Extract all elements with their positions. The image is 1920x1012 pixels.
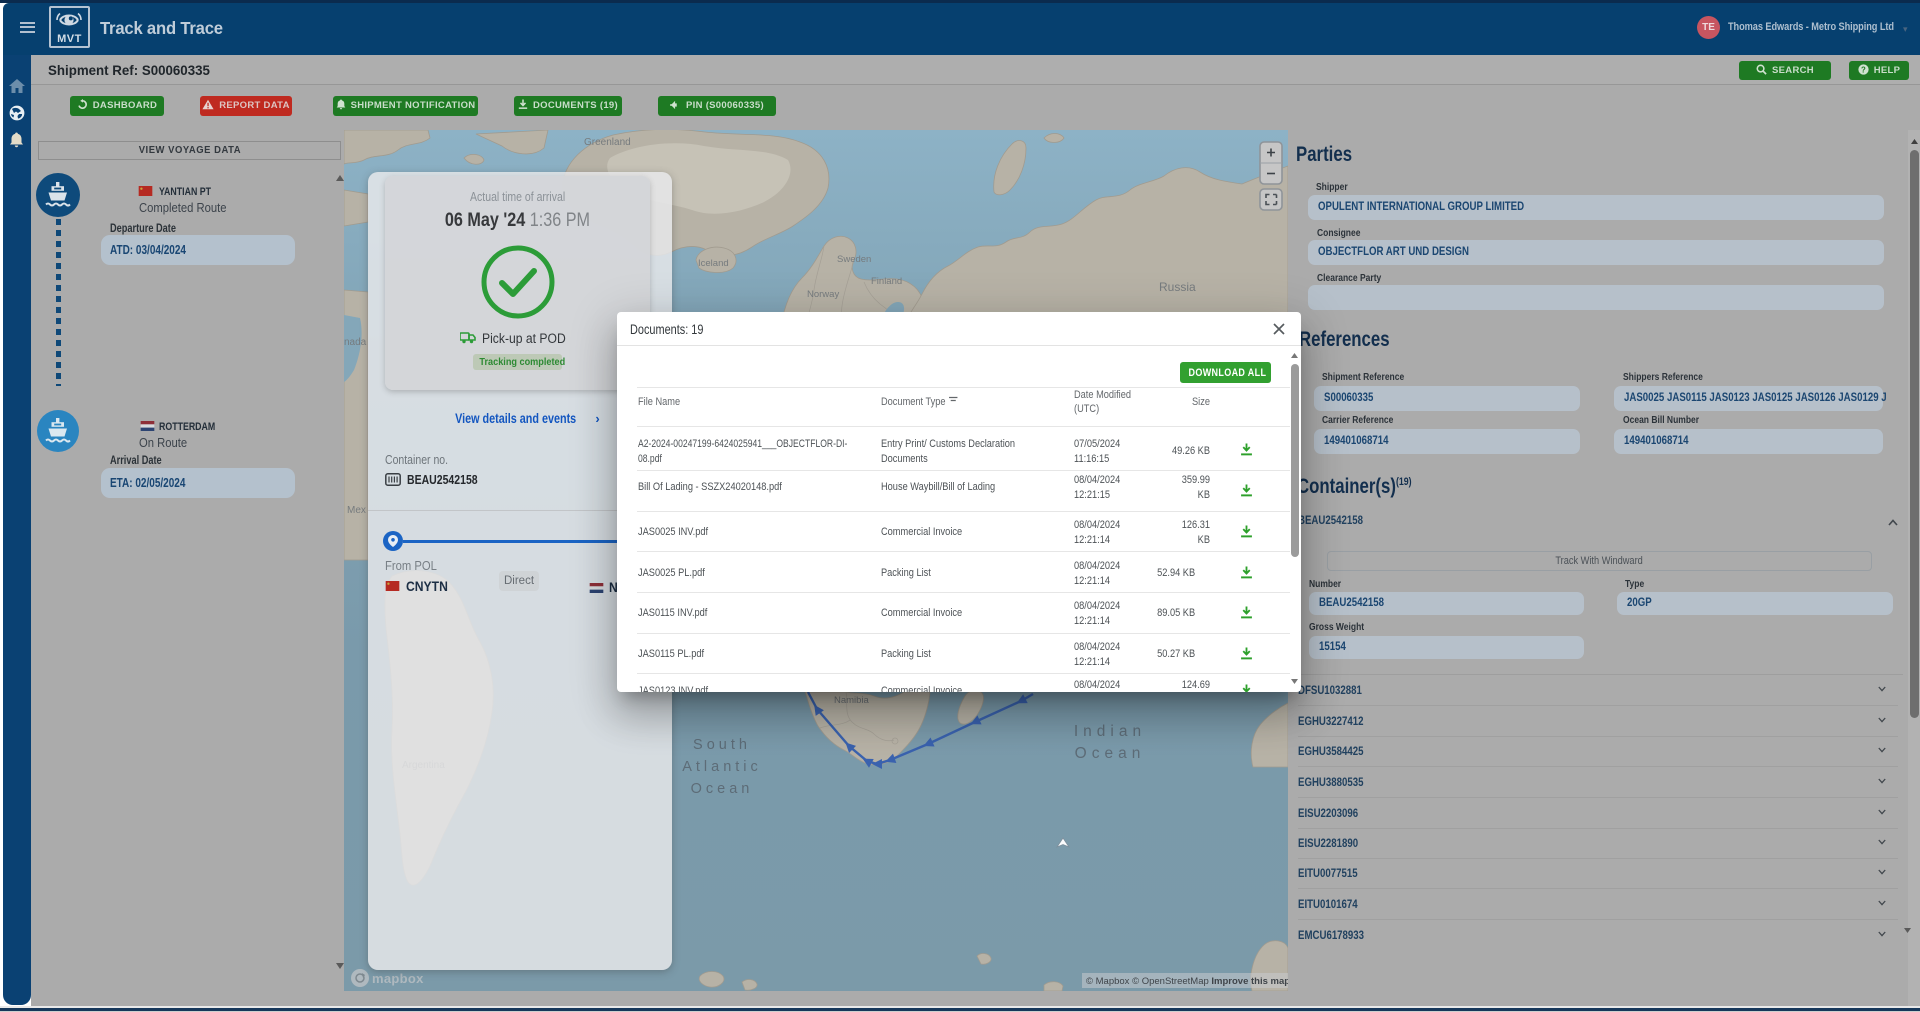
svg-text:Greenland: Greenland: [584, 137, 631, 148]
svg-text:?: ?: [1861, 65, 1866, 74]
svg-text:© Mapbox © OpenStreetMap Impro: © Mapbox © OpenStreetMap Improve this ma…: [1086, 976, 1288, 987]
svg-text:South: South: [693, 737, 751, 753]
svg-text:Norway: Norway: [807, 289, 839, 300]
svg-text:Ocean: Ocean: [691, 781, 754, 797]
svg-text:Mex: Mex: [347, 505, 366, 516]
svg-text:Namibia: Namibia: [834, 695, 870, 706]
svg-text:Indian: Indian: [1074, 723, 1146, 740]
svg-text:Russia: Russia: [1159, 280, 1196, 294]
svg-text:mapbox: mapbox: [372, 971, 424, 986]
svg-text:Finland: Finland: [871, 276, 902, 287]
svg-text:Ocean: Ocean: [1075, 745, 1146, 762]
svg-text:Iceland: Iceland: [698, 258, 729, 269]
svg-text:Atlantic: Atlantic: [682, 759, 762, 775]
svg-text:Sweden: Sweden: [837, 254, 871, 265]
